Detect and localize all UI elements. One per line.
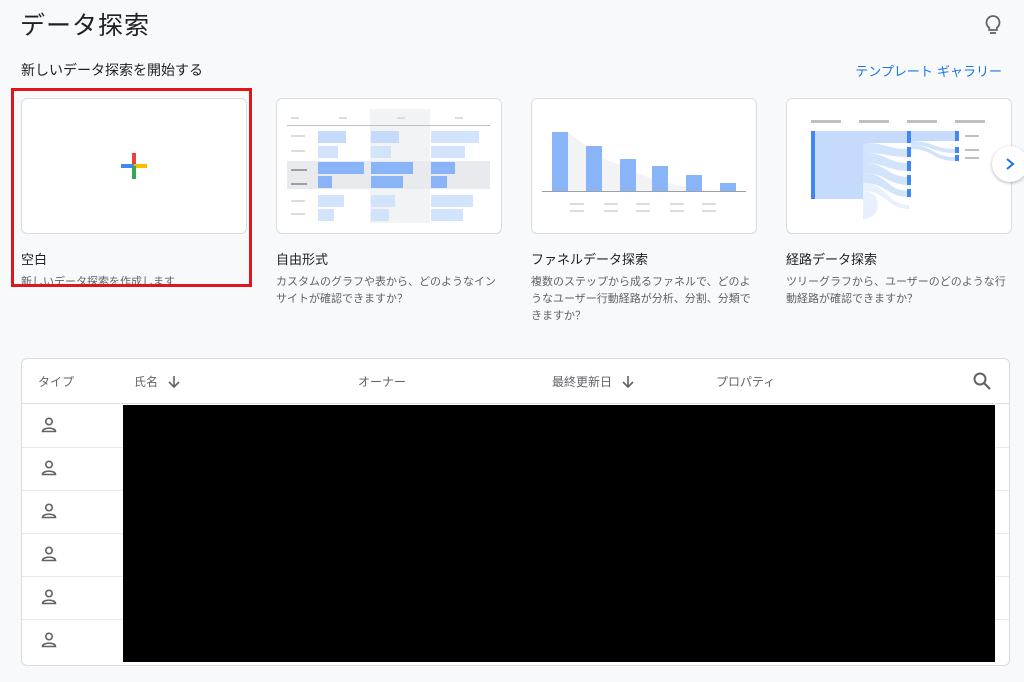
card-title: ファネルデータ探索 [531,253,649,268]
column-label: オーナー [358,375,407,389]
card-funnel[interactable]: ファネルデータ探索 複数のステップから成るファネルで、どのようなユーザー行動経路… [531,98,757,324]
person-icon [41,589,57,605]
carousel-next-button[interactable] [992,146,1024,182]
column-label: 最終更新日 [552,375,613,389]
person-icon [41,503,57,519]
card-title: 経路データ探索 [786,253,878,268]
card-path[interactable]: 経路データ探索 ツリーグラフから、ユーザーのどのような行動経路が確認できますか？ [786,98,1012,307]
column-header-property[interactable]: プロパティ [716,373,775,390]
card-freeform[interactable]: 自由形式 カスタムのグラフや表から、どのようなインサイトが確認できますか？ [276,98,502,307]
path-illustration [811,120,985,219]
page-title: データ探索 [20,11,151,40]
path-thumbnail[interactable] [786,98,1012,234]
search-icon[interactable] [972,371,992,395]
column-header-type[interactable]: タイプ [38,373,74,390]
funnel-illustration [542,132,746,212]
column-header-name[interactable]: 氏名 [134,373,180,390]
funnel-thumbnail[interactable] [531,98,757,234]
arrow-down-icon [168,375,180,388]
selection-highlight [11,88,252,287]
column-header-owner[interactable]: オーナー [358,373,406,390]
column-label: プロパティ [716,375,776,389]
explorations-table: タイプ 氏名 オーナー 最終更新日 プロパティ [21,358,1010,666]
person-icon [41,632,57,648]
freeform-thumbnail[interactable] [276,98,502,234]
column-label: 氏名 [134,375,159,389]
lightbulb-icon[interactable] [982,13,1004,37]
card-description: ツリーグラフから、ユーザーのどのような行動経路が確認できますか？ [786,275,1006,305]
person-icon [41,417,57,433]
card-description: カスタムのグラフや表から、どのようなインサイトが確認できますか？ [276,275,496,305]
person-icon [41,460,57,476]
section-subtitle: 新しいデータ探索を開始する [21,63,203,79]
column-header-updated[interactable]: 最終更新日 [552,373,634,390]
arrow-down-icon [622,375,634,388]
freeform-illustration [287,109,490,223]
template-gallery-link[interactable]: テンプレート ギャラリー [855,61,1002,80]
column-label: タイプ [38,375,75,389]
card-description: 複数のステップから成るファネルで、どのようなユーザー行動経路が分析、分割、分類で… [531,275,751,322]
chevron-right-icon [1006,158,1015,170]
redacted-content [123,405,995,662]
person-icon [41,546,57,562]
card-title: 自由形式 [276,253,329,268]
